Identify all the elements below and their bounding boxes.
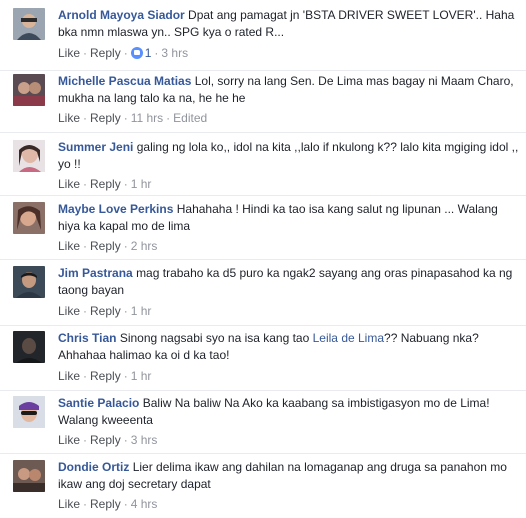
like-link[interactable]: Like <box>58 177 80 191</box>
like-link[interactable]: Like <box>58 369 80 383</box>
comment-author[interactable]: Santie Palacio <box>58 396 139 410</box>
reply-link[interactable]: Reply <box>90 369 121 383</box>
like-count[interactable]: 1 <box>130 46 151 60</box>
comment-author[interactable]: Arnold Mayoya Siador <box>58 8 185 22</box>
reply-link[interactable]: Reply <box>90 46 121 60</box>
avatar[interactable] <box>13 396 45 428</box>
comment-item: Santie Palacio Baliw Na baliw Na Ako ka … <box>0 388 526 452</box>
like-link[interactable]: Like <box>58 111 80 125</box>
reply-link[interactable]: Reply <box>90 497 121 511</box>
comment-time[interactable]: 1 hr <box>131 304 152 318</box>
comment-author[interactable]: Maybe Love Perkins <box>58 202 173 216</box>
comment-actions: Like · Reply · 1 hr <box>58 369 152 383</box>
comment-time[interactable]: 2 hrs <box>131 239 158 253</box>
comment-actions: Like · Reply · 3 hrs <box>58 433 158 447</box>
comment-item: Maybe Love Perkins Hahahaha ! Hindi ka t… <box>0 194 526 258</box>
avatar[interactable] <box>13 460 45 492</box>
comment-item: Jim Pastrana mag trabaho ka d5 puro ka n… <box>0 258 526 324</box>
comment-author[interactable]: Jim Pastrana <box>58 266 133 280</box>
comment-item: Summer Jeni galing ng lola ko,, idol na … <box>0 132 526 196</box>
like-link[interactable]: Like <box>58 239 80 253</box>
comment-author[interactable]: Summer Jeni <box>58 140 133 154</box>
avatar[interactable] <box>13 266 45 298</box>
reply-link[interactable]: Reply <box>90 177 121 191</box>
comment-item: Michelle Pascua Matias Lol, sorry na lan… <box>0 66 526 132</box>
comment-item: Dondie Ortiz Lier delima ikaw ang dahila… <box>0 452 526 518</box>
comment-actions: Like · Reply · 4 hrs <box>58 497 158 511</box>
reply-link[interactable]: Reply <box>90 111 121 125</box>
mention-link[interactable]: Leila de Lima <box>313 331 384 345</box>
comment-author[interactable]: Chris Tian <box>58 331 116 345</box>
comment-actions: Like · Reply · 1 hr <box>58 304 152 318</box>
comment-item: Arnold Mayoya Siador Dpat ang pamagat jn… <box>0 0 526 70</box>
reply-link[interactable]: Reply <box>90 304 121 318</box>
comment-actions: Like · Reply · 1 hr <box>58 177 152 191</box>
comment-time[interactable]: 3 hrs <box>161 46 188 60</box>
avatar[interactable] <box>13 202 45 234</box>
comment-time[interactable]: 11 hrs <box>131 111 163 125</box>
comment-time[interactable]: 1 hr <box>131 369 152 383</box>
comment-time[interactable]: 3 hrs <box>131 433 158 447</box>
comment-actions: Like · Reply · 2 hrs <box>58 239 158 253</box>
comment-actions: Like · Reply · 1 · 3 hrs <box>58 46 189 60</box>
like-link[interactable]: Like <box>58 433 80 447</box>
avatar[interactable] <box>13 140 45 172</box>
avatar[interactable] <box>13 74 45 106</box>
comment-list: Arnold Mayoya Siador Dpat ang pamagat jn… <box>0 0 526 518</box>
avatar[interactable] <box>13 8 45 40</box>
avatar[interactable] <box>13 331 45 363</box>
like-link[interactable]: Like <box>58 46 80 60</box>
like-link[interactable]: Like <box>58 304 80 318</box>
comment-author[interactable]: Dondie Ortiz <box>58 460 129 474</box>
like-link[interactable]: Like <box>58 497 80 511</box>
reply-link[interactable]: Reply <box>90 433 121 447</box>
comment-actions: Like · Reply · 11 hrs · Edited <box>58 111 208 125</box>
thumbs-up-icon <box>130 47 143 59</box>
comment-text: Sinong nagsabi syo na isa kang tao <box>119 331 310 345</box>
edited-label[interactable]: Edited <box>173 111 207 125</box>
reply-link[interactable]: Reply <box>90 239 121 253</box>
comment-author[interactable]: Michelle Pascua Matias <box>58 74 191 88</box>
comment-time[interactable]: 1 hr <box>131 177 152 191</box>
comment-time[interactable]: 4 hrs <box>131 497 158 511</box>
comment-item: Chris Tian Sinong nagsabi syo na isa kan… <box>0 323 526 389</box>
